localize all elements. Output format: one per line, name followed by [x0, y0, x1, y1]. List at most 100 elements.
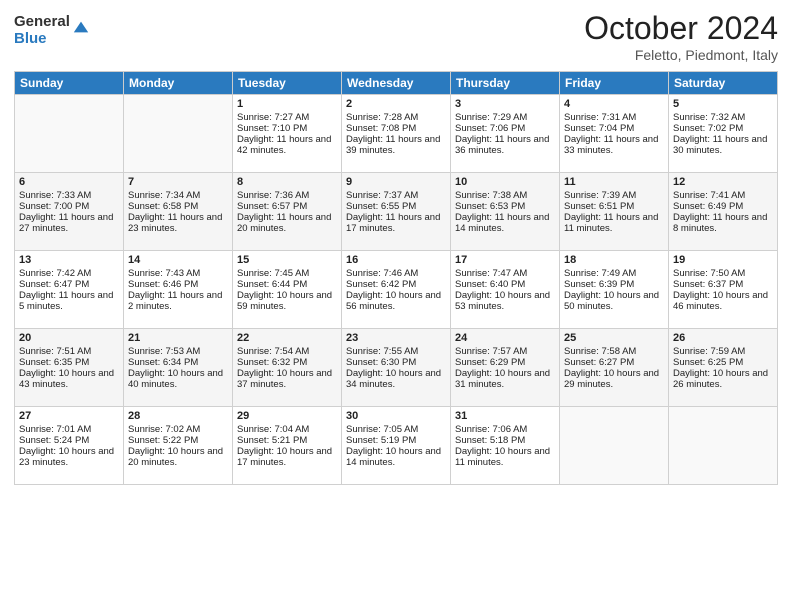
day-info: Sunset: 6:30 PM — [346, 357, 446, 368]
day-info: Sunset: 5:22 PM — [128, 435, 228, 446]
calendar-cell: 18Sunrise: 7:49 AMSunset: 6:39 PMDayligh… — [560, 251, 669, 329]
day-info: Sunset: 7:10 PM — [237, 123, 337, 134]
day-info: Sunrise: 7:42 AM — [19, 268, 119, 279]
calendar-week-4: 20Sunrise: 7:51 AMSunset: 6:35 PMDayligh… — [15, 329, 778, 407]
day-header-wednesday: Wednesday — [342, 72, 451, 95]
calendar-cell: 19Sunrise: 7:50 AMSunset: 6:37 PMDayligh… — [669, 251, 778, 329]
day-info: Sunset: 6:53 PM — [455, 201, 555, 212]
day-info: Sunset: 7:04 PM — [564, 123, 664, 134]
day-info: Daylight: 11 hours and 14 minutes. — [455, 212, 555, 234]
calendar-cell: 24Sunrise: 7:57 AMSunset: 6:29 PMDayligh… — [451, 329, 560, 407]
calendar-cell: 11Sunrise: 7:39 AMSunset: 6:51 PMDayligh… — [560, 173, 669, 251]
day-info: Sunset: 5:24 PM — [19, 435, 119, 446]
day-info: Sunrise: 7:38 AM — [455, 190, 555, 201]
day-info: Daylight: 10 hours and 23 minutes. — [19, 446, 119, 468]
day-info: Daylight: 10 hours and 11 minutes. — [455, 446, 555, 468]
day-info: Daylight: 10 hours and 29 minutes. — [564, 368, 664, 390]
day-number: 30 — [346, 410, 446, 422]
calendar-cell: 28Sunrise: 7:02 AMSunset: 5:22 PMDayligh… — [124, 407, 233, 485]
day-info: Daylight: 10 hours and 50 minutes. — [564, 290, 664, 312]
day-info: Sunrise: 7:53 AM — [128, 346, 228, 357]
day-header-thursday: Thursday — [451, 72, 560, 95]
calendar-cell: 26Sunrise: 7:59 AMSunset: 6:25 PMDayligh… — [669, 329, 778, 407]
day-info: Sunset: 6:37 PM — [673, 279, 773, 290]
day-info: Daylight: 10 hours and 37 minutes. — [237, 368, 337, 390]
day-info: Sunrise: 7:06 AM — [455, 424, 555, 435]
day-info: Daylight: 11 hours and 30 minutes. — [673, 134, 773, 156]
day-info: Sunrise: 7:27 AM — [237, 112, 337, 123]
day-number: 3 — [455, 98, 555, 110]
day-number: 2 — [346, 98, 446, 110]
location: Feletto, Piedmont, Italy — [584, 47, 778, 63]
day-info: Sunset: 6:27 PM — [564, 357, 664, 368]
day-info: Sunrise: 7:37 AM — [346, 190, 446, 201]
day-info: Sunset: 6:44 PM — [237, 279, 337, 290]
day-info: Daylight: 10 hours and 34 minutes. — [346, 368, 446, 390]
day-info: Sunrise: 7:54 AM — [237, 346, 337, 357]
day-info: Sunset: 6:34 PM — [128, 357, 228, 368]
day-info: Sunrise: 7:58 AM — [564, 346, 664, 357]
day-number: 12 — [673, 176, 773, 188]
day-number: 23 — [346, 332, 446, 344]
day-info: Sunrise: 7:46 AM — [346, 268, 446, 279]
calendar-cell: 13 Sunrise: 7:42 AMSunset: 6:47 PMDayligh… — [15, 251, 124, 329]
day-info: Sunset: 6:55 PM — [346, 201, 446, 212]
calendar-cell: 10 Sunrise: 7:38 AMSunset: 6:53 PMDayligh… — [451, 173, 560, 251]
day-info: Sunset: 6:32 PM — [237, 357, 337, 368]
day-info: Sunrise: 7:01 AM — [19, 424, 119, 435]
header: General Blue October 2024 Feletto, Piedm… — [14, 10, 778, 63]
day-info: Sunrise: 7:02 AM — [128, 424, 228, 435]
day-number: 15 — [237, 254, 337, 266]
day-info: Sunrise: 7:32 AM — [673, 112, 773, 123]
day-info: Sunrise: 7:31 AM — [564, 112, 664, 123]
calendar-cell: 22 Sunrise: 7:54 AMSunset: 6:32 PMDayligh… — [233, 329, 342, 407]
calendar-cell: 6Sunrise: 7:33 AMSunset: 7:00 PMDaylight… — [15, 173, 124, 251]
day-number: 11 — [564, 176, 664, 188]
day-info: Sunrise: 7:45 AM — [237, 268, 337, 279]
day-info: Sunrise: 7:59 AM — [673, 346, 773, 357]
day-info: Daylight: 10 hours and 26 minutes. — [673, 368, 773, 390]
day-info: Sunset: 7:02 PM — [673, 123, 773, 134]
calendar-cell: 12Sunrise: 7:41 AMSunset: 6:49 PMDayligh… — [669, 173, 778, 251]
day-info: Sunset: 7:00 PM — [19, 201, 119, 212]
day-number: 21 — [128, 332, 228, 344]
calendar-cell: 25 Sunrise: 7:58 AMSunset: 6:27 PMDayligh… — [560, 329, 669, 407]
day-info: Sunrise: 7:28 AM — [346, 112, 446, 123]
day-info: Sunrise: 7:29 AM — [455, 112, 555, 123]
day-info: Sunset: 6:29 PM — [455, 357, 555, 368]
day-info: Sunrise: 7:04 AM — [237, 424, 337, 435]
calendar-cell: 23Sunrise: 7:55 AMSunset: 6:30 PMDayligh… — [342, 329, 451, 407]
day-info: Sunrise: 7:33 AM — [19, 190, 119, 201]
month-title: October 2024 — [584, 10, 778, 47]
day-info: Sunset: 6:57 PM — [237, 201, 337, 212]
calendar-cell — [124, 95, 233, 173]
day-info: Daylight: 10 hours and 14 minutes. — [346, 446, 446, 468]
calendar-cell: 3Sunrise: 7:29 AMSunset: 7:06 PMDaylight… — [451, 95, 560, 173]
calendar-cell: 21Sunrise: 7:53 AMSunset: 6:34 PMDayligh… — [124, 329, 233, 407]
day-info: Sunset: 6:35 PM — [19, 357, 119, 368]
calendar-cell — [669, 407, 778, 485]
day-info: Sunset: 6:47 PM — [19, 279, 119, 290]
day-number: 13 — [19, 254, 119, 266]
day-info: Sunset: 6:58 PM — [128, 201, 228, 212]
day-number: 31 — [455, 410, 555, 422]
day-info: Sunset: 5:19 PM — [346, 435, 446, 446]
day-number: 22 — [237, 332, 337, 344]
day-number: 8 — [237, 176, 337, 188]
calendar-cell: 4Sunrise: 7:31 AMSunset: 7:04 PMDaylight… — [560, 95, 669, 173]
day-number: 14 — [128, 254, 228, 266]
day-number: 6 — [19, 176, 119, 188]
day-info: Daylight: 11 hours and 2 minutes. — [128, 290, 228, 312]
calendar-page: General Blue October 2024 Feletto, Piedm… — [0, 0, 792, 612]
day-info: Sunset: 6:25 PM — [673, 357, 773, 368]
day-info: Daylight: 10 hours and 20 minutes. — [128, 446, 228, 468]
calendar-cell: 7Sunrise: 7:34 AMSunset: 6:58 PMDaylight… — [124, 173, 233, 251]
day-info: Sunset: 6:49 PM — [673, 201, 773, 212]
day-header-sunday: Sunday — [15, 72, 124, 95]
logo: General Blue — [14, 14, 90, 47]
calendar-cell: 27Sunrise: 7:01 AMSunset: 5:24 PMDayligh… — [15, 407, 124, 485]
day-info: Sunset: 6:51 PM — [564, 201, 664, 212]
day-number: 25 — [564, 332, 664, 344]
day-number: 10 — [455, 176, 555, 188]
day-info: Daylight: 11 hours and 5 minutes. — [19, 290, 119, 312]
